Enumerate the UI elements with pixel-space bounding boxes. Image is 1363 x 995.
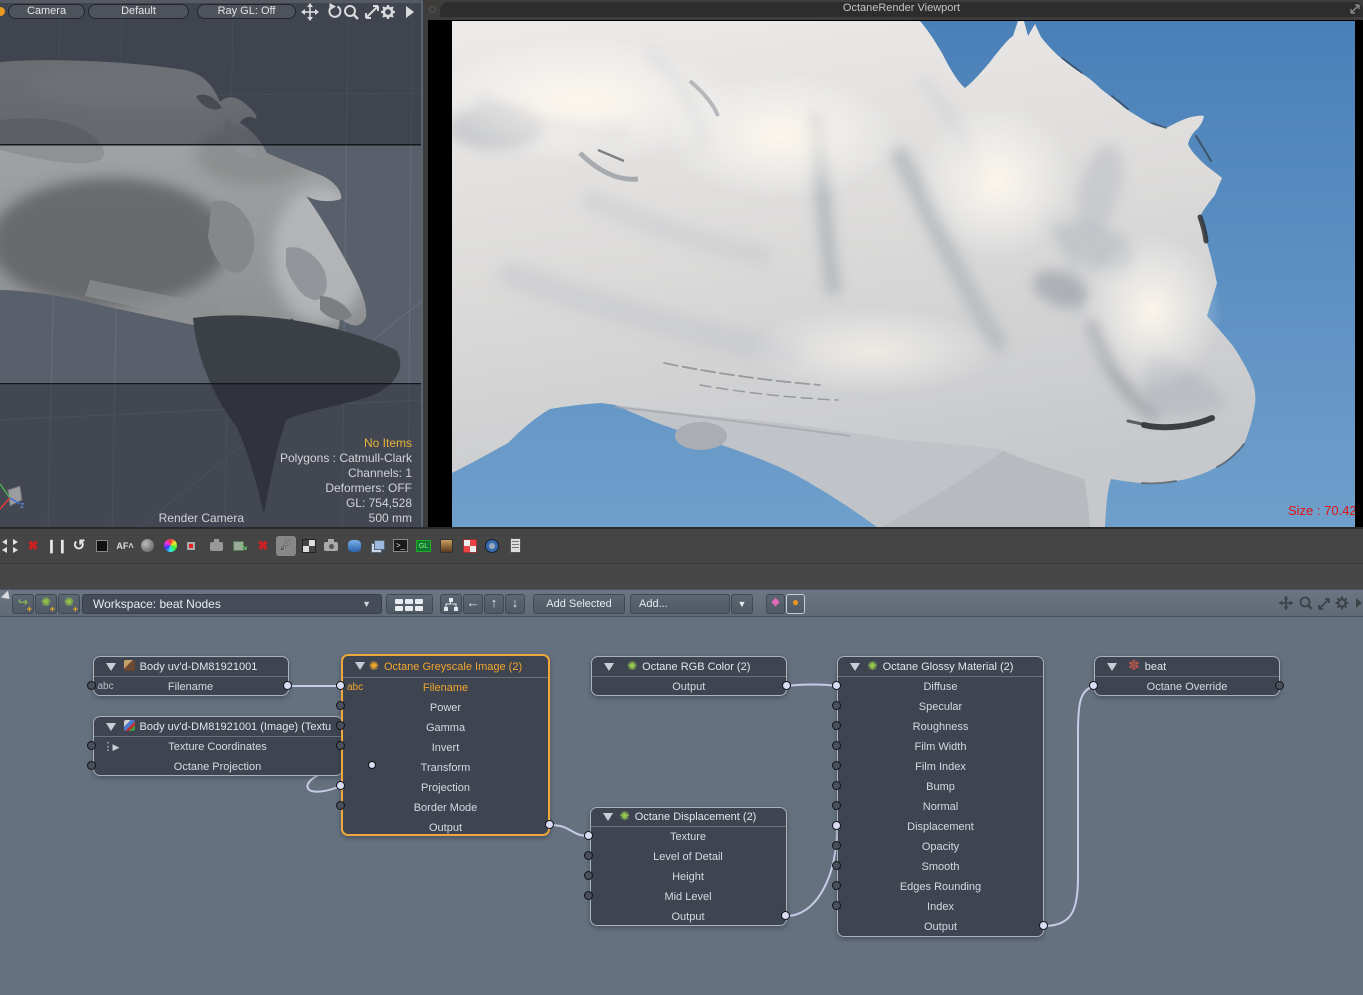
svg-text:GL: 754,528: GL: 754,528 <box>346 496 412 510</box>
svg-text:Render Camera: Render Camera <box>159 511 245 525</box>
svg-text:Size : 70.42%: Size : 70.42% <box>1288 503 1355 518</box>
svg-text:No Items: No Items <box>364 436 412 450</box>
svg-text:Channels: 1: Channels: 1 <box>348 466 412 480</box>
svg-text:z: z <box>20 500 25 510</box>
svg-text:Polygons : Catmull-Clark: Polygons : Catmull-Clark <box>280 451 413 465</box>
svg-text:500 mm: 500 mm <box>369 511 412 525</box>
svg-text:Deformers: OFF: Deformers: OFF <box>325 481 412 495</box>
